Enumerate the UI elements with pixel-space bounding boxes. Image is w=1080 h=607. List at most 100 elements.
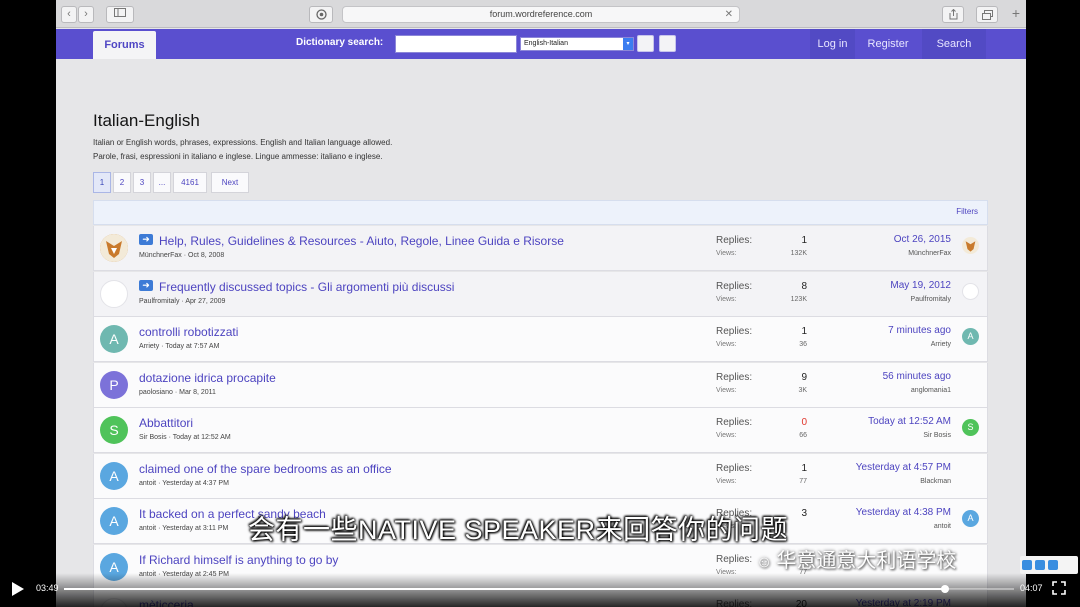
replies-label: Replies:	[716, 417, 753, 428]
filters-button[interactable]: Filters	[956, 207, 978, 216]
play-button[interactable]	[12, 582, 24, 596]
address-bar[interactable]: forum.wordreference.com ✕	[342, 6, 740, 23]
views-count: 66	[799, 432, 807, 439]
next-page-button[interactable]: Next	[211, 172, 249, 193]
replies-count: 9	[801, 371, 807, 383]
last-post-user-link[interactable]: MünchnerFax	[908, 250, 951, 257]
dictionary-go-button[interactable]	[637, 35, 654, 52]
progress-handle[interactable]	[940, 585, 949, 593]
dictionary-options-button[interactable]	[659, 35, 676, 52]
last-post-user-link[interactable]: Blackman	[920, 478, 951, 485]
tray-icon	[1048, 560, 1058, 570]
sidebar-toggle-button[interactable]	[106, 6, 134, 23]
views-label: Views:	[716, 295, 737, 303]
thread-author-link[interactable]: antoit	[139, 480, 156, 487]
thread-list-header: Filters	[93, 200, 988, 225]
last-poster-fox-icon[interactable]	[962, 237, 979, 254]
replies-count: 0	[801, 417, 807, 428]
last-post-date-link[interactable]: Yesterday at 4:38 PM	[856, 507, 951, 518]
last-poster-avatar[interactable]: A	[962, 328, 979, 345]
page-title: Italian-English	[93, 111, 200, 130]
last-post-date-link[interactable]: Today at 12:52 AM	[868, 416, 951, 427]
thread-title-link[interactable]: Frequently discussed topics - Gli argome…	[159, 280, 454, 294]
share-icon	[949, 8, 957, 20]
dictionary-search-label: Dictionary search:	[296, 37, 384, 48]
progress-bar[interactable]	[64, 585, 1014, 593]
dictionary-search-input[interactable]	[395, 35, 517, 53]
views-count: 123K	[790, 295, 807, 303]
thread-author-link[interactable]: MünchnerFax	[139, 252, 182, 259]
thread-row[interactable]: Pdotazione idrica procapite paolosiano · …	[93, 362, 988, 408]
last-poster-avatar[interactable]: A	[962, 510, 979, 527]
tabs-button[interactable]	[976, 6, 998, 23]
url-text: forum.wordreference.com	[489, 9, 593, 19]
channel-watermark: ☺ 华意通意大利语学校	[756, 544, 956, 573]
wechat-icon: ☺	[756, 554, 773, 571]
thread-title-link[interactable]: Abbattitori	[139, 416, 193, 430]
last-poster-avatar[interactable]	[962, 282, 979, 300]
views-label: Views:	[716, 250, 737, 257]
last-post-date-link[interactable]: Yesterday at 4:57 PM	[856, 462, 951, 473]
thread-author-link[interactable]: Paulfromitaly	[139, 298, 179, 305]
avatar[interactable]: A	[100, 507, 128, 535]
tray-icon	[1022, 560, 1032, 570]
page-link-3[interactable]: 3	[133, 172, 151, 193]
thread-meta: Sir Bosis · Today at 12:52 AM	[139, 434, 231, 441]
system-tray	[1020, 556, 1078, 574]
avatar[interactable]: P	[100, 370, 128, 399]
tab-forums[interactable]: Forums	[93, 31, 156, 59]
thread-author-link[interactable]: antoit	[139, 525, 156, 532]
thread-title-link[interactable]: claimed one of the spare bedrooms as an …	[139, 462, 392, 476]
last-post-user-link[interactable]: anglomania1	[911, 387, 951, 394]
last-post-user-link[interactable]: Sir Bosis	[923, 432, 951, 439]
sticky-icon: ➜	[139, 234, 153, 245]
avatar-fox-icon[interactable]	[100, 234, 128, 262]
thread-title-link[interactable]: dotazione idrica procapite	[139, 371, 276, 385]
thread-title-link[interactable]: If Richard himself is anything to go by	[139, 553, 338, 567]
register-link[interactable]: Register	[858, 29, 918, 59]
page-link-2[interactable]: 2	[113, 172, 131, 193]
thread-meta: antoit · Yesterday at 3:11 PM	[139, 525, 228, 532]
language-select[interactable]: English-Italian ▾	[520, 37, 634, 51]
page-ellipsis[interactable]: ...	[153, 172, 171, 193]
thread-row[interactable]: S Abbattitori Sir Bosis · Today at 12:52 A…	[93, 408, 988, 453]
thread-row[interactable]: Acontrolli robotizzati Arriety · Today at…	[93, 317, 988, 362]
thread-title-link[interactable]: controlli robotizzati	[139, 325, 238, 339]
share-button[interactable]	[942, 6, 964, 23]
fullscreen-icon[interactable]	[1052, 581, 1066, 595]
last-post-date-link[interactable]: Oct 26, 2015	[894, 234, 951, 245]
last-post-date-link[interactable]: May 19, 2012	[890, 280, 951, 291]
privacy-button[interactable]	[309, 6, 333, 23]
last-post-user-link[interactable]: Paulfromitaly	[911, 296, 951, 303]
thread-author-link[interactable]: Arriety	[139, 343, 159, 350]
avatar[interactable]: A	[100, 461, 128, 490]
video-frame: ‹ › forum.wordreference.com ✕ + Forums D…	[0, 0, 1080, 607]
thread-author-link[interactable]: Sir Bosis	[139, 434, 167, 441]
thread-row[interactable]: ➜ Frequently discussed topics - Gli argom…	[93, 271, 988, 317]
forward-button[interactable]: ›	[78, 6, 94, 23]
last-post-user-link[interactable]: Arriety	[931, 341, 951, 348]
clear-url-icon[interactable]: ✕	[725, 7, 733, 22]
last-poster-avatar[interactable]: S	[962, 419, 979, 436]
current-time: 03:49	[36, 583, 59, 593]
last-post-user-link[interactable]: antoit	[934, 523, 951, 530]
thread-author-link[interactable]: paolosiano	[139, 389, 173, 396]
back-button[interactable]: ‹	[61, 6, 77, 23]
avatar[interactable]: S	[100, 416, 128, 444]
thread-row[interactable]: Aclaimed one of the spare bedrooms as an…	[93, 453, 988, 499]
thread-title-link[interactable]: Help, Rules, Guidelines & Resources - Ai…	[159, 234, 564, 248]
sticky-icon: ➜	[139, 279, 153, 291]
avatar[interactable]: A	[100, 325, 128, 353]
views-label: Views:	[716, 386, 737, 394]
replies-count: 1	[801, 235, 807, 246]
page-link-last[interactable]: 4161	[173, 172, 207, 193]
last-post-date-link[interactable]: 56 minutes ago	[883, 371, 951, 382]
thread-start-date: Mar 8, 2011	[179, 388, 216, 396]
avatar[interactable]	[100, 279, 128, 308]
login-link[interactable]: Log in	[810, 29, 855, 59]
page-link-1[interactable]: 1	[93, 172, 111, 193]
search-link[interactable]: Search	[922, 29, 986, 59]
last-post-date-link[interactable]: 7 minutes ago	[888, 325, 951, 336]
new-tab-button[interactable]: +	[1008, 6, 1024, 23]
thread-row[interactable]: ➜ Help, Rules, Guidelines & Resources - A…	[93, 226, 988, 271]
